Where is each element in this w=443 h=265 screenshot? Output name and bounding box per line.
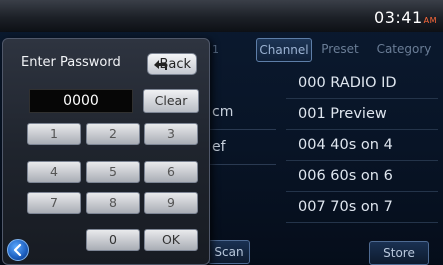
clock-ampm: AM [423, 16, 437, 25]
key-0[interactable]: 0 [86, 229, 140, 251]
tab-category[interactable]: Category [370, 38, 438, 60]
key-7[interactable]: 7 [27, 192, 81, 214]
back-arrow-icon [154, 60, 167, 70]
key-4[interactable]: 4 [27, 161, 81, 183]
key-3[interactable]: 3 [144, 123, 198, 145]
key-1[interactable]: 1 [27, 123, 81, 145]
channel-item[interactable]: 007 70s on 7 [286, 192, 438, 223]
ok-button[interactable]: OK [144, 229, 198, 251]
screen: 03:41AM 1 Channel Preset Category cm ef … [0, 0, 443, 265]
bg-label-ef: ef [208, 130, 276, 165]
channel-item[interactable]: 004 40s on 4 [286, 130, 438, 161]
nav-back-button[interactable] [7, 239, 29, 261]
scan-button[interactable]: Scan [208, 240, 250, 264]
bg-label-cm: cm [208, 95, 276, 130]
channel-item[interactable]: 001 Preview [286, 99, 438, 130]
key-2[interactable]: 2 [86, 123, 140, 145]
key-8[interactable]: 8 [86, 192, 140, 214]
channel-item[interactable]: 006 60s on 6 [286, 161, 438, 192]
tab-channel[interactable]: Channel [256, 38, 312, 62]
clock-time: 03:41 [374, 8, 423, 27]
password-field[interactable]: 0000 [29, 89, 133, 113]
back-button[interactable]: Back [147, 53, 197, 75]
password-dialog: Enter Password Back 0000 Clear 1 2 3 4 5… [2, 38, 210, 265]
store-button[interactable]: Store [369, 241, 429, 265]
channel-list: 000 RADIO ID 001 Preview 004 40s on 4 00… [286, 68, 438, 223]
tab-preset[interactable]: Preset [314, 38, 366, 60]
key-6[interactable]: 6 [144, 161, 198, 183]
key-9[interactable]: 9 [144, 192, 198, 214]
key-5[interactable]: 5 [86, 161, 140, 183]
radio-tabs: Channel Preset Category [252, 38, 438, 62]
tab-stub: 1 [212, 43, 219, 56]
chevron-left-icon [13, 243, 22, 257]
clear-button[interactable]: Clear [143, 89, 199, 113]
clock: 03:41AM [374, 8, 437, 27]
dialog-title: Enter Password [21, 55, 121, 70]
status-bar: 03:41AM [0, 0, 443, 32]
channel-item[interactable]: 000 RADIO ID [286, 68, 438, 99]
